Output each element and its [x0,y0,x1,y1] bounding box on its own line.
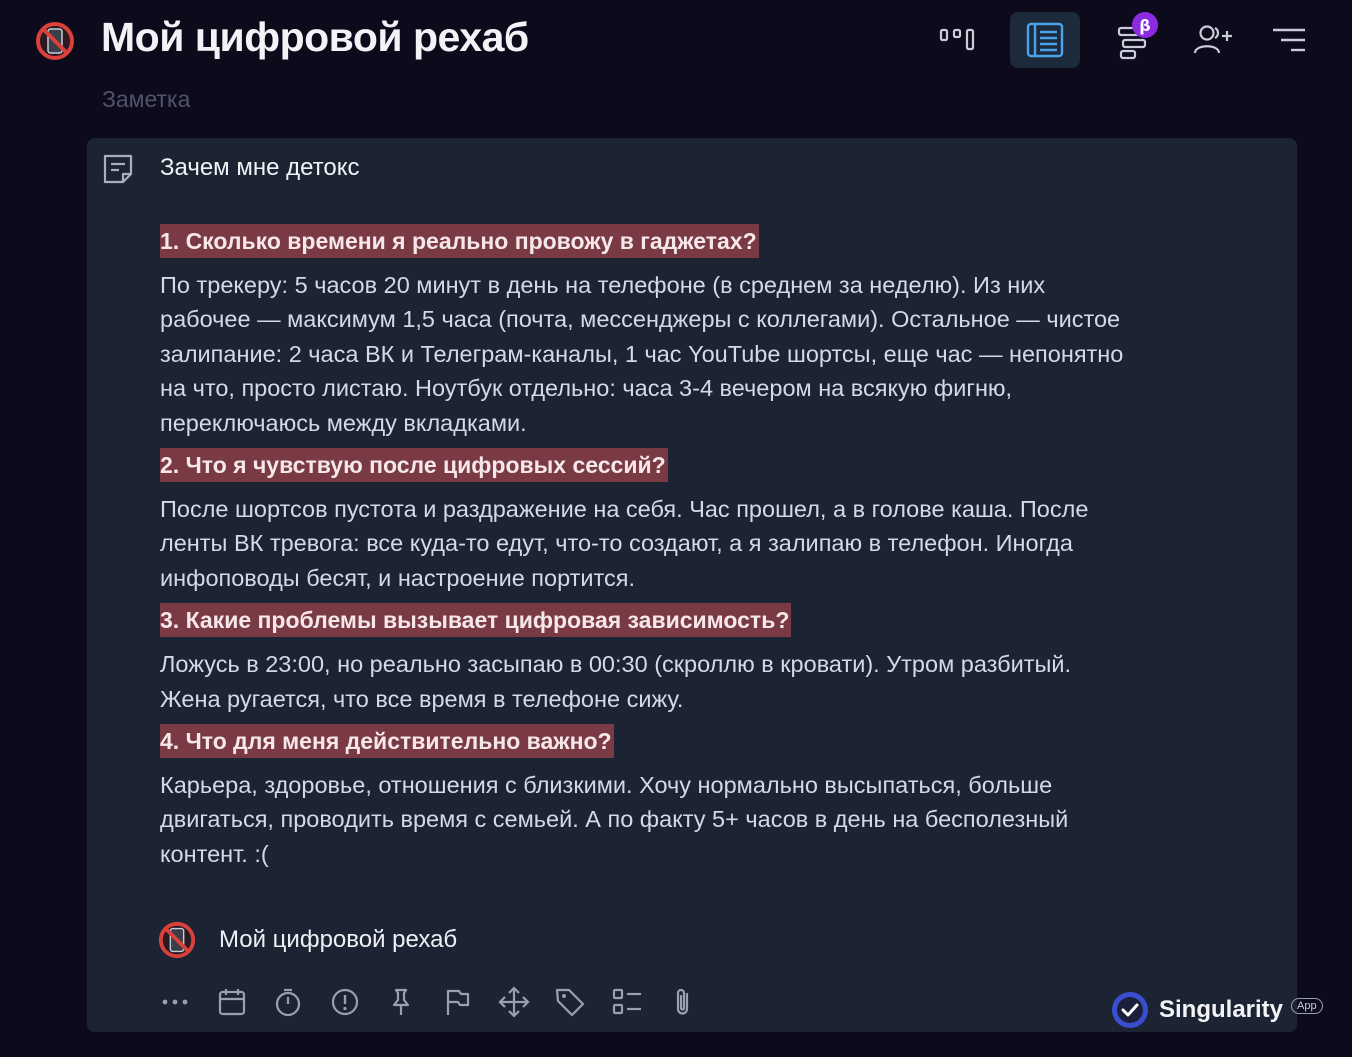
question-heading: 2. Что я чувствую после цифровых сессий? [160,448,668,483]
answer-paragraph: По трекеру: 5 часов 20 минут в день на т… [160,268,1220,440]
page-subtitle: Заметка [102,86,191,112]
answer-line: двигаться, проводить время с семьей. А п… [160,806,1069,833]
note-title[interactable]: Зачем мне детокс [160,154,360,182]
kanban-columns-icon [939,28,975,51]
answer-paragraph: После шортсов пустота и раздражение на с… [160,492,1220,595]
question-heading: 1. Сколько времени я реально провожу в г… [160,224,759,258]
beta-badge: β [1132,12,1158,38]
question-heading: 3. Какие проблемы вызывает цифровая зави… [160,603,792,638]
pin-icon [392,988,410,1015]
answer-line: переключаюсь между вкладками. [160,409,527,436]
answer-line: Карьера, здоровье, отношения с близкими.… [160,772,1053,799]
calendar-icon [218,989,246,1016]
singularity-logo-icon [1110,990,1150,1030]
note-card: Зачем мне детокс 1. Сколько времени я ре… [87,138,1297,1032]
note-icon [101,152,135,186]
list-view-button[interactable] [1010,12,1080,68]
header: Мой цифровой рехаб Заметка β [0,0,1352,130]
brand-name: Singularity [1159,996,1284,1023]
more-icon [162,999,188,1005]
question-heading: 4. Что для меня действительно важно? [160,724,614,759]
pin-button[interactable] [383,984,419,1020]
answer-paragraph: Ложусь в 23:00, но реально засыпаю в 00:… [160,647,1220,716]
add-member-button[interactable] [1178,12,1248,68]
flag-icon [446,989,470,1015]
page-title: Мой цифровой рехаб [101,14,529,60]
tag-button[interactable] [552,984,588,1020]
menu-button[interactable] [1254,12,1324,68]
brand-tag: App [1291,998,1323,1014]
answer-line: залипание: 2 часа ВК и Телеграм-каналы, … [160,340,1124,367]
answer-line: на что, просто листаю. Ноутбук отдельно:… [160,375,1013,402]
project-name: Мой цифровой рехаб [219,926,458,953]
move-icon [498,986,530,1018]
answer-line: Жена ругается, что все время в телефоне … [160,685,684,712]
priority-button[interactable] [327,984,363,1020]
answer-line: контент. :( [160,840,269,867]
menu-icon [1273,28,1305,52]
timer-button[interactable] [270,984,306,1020]
checklist-icon [612,988,641,1015]
move-button[interactable] [496,984,532,1020]
flag-button[interactable] [439,984,475,1020]
timer-icon [275,988,301,1017]
attachment-icon [676,988,689,1015]
answer-paragraph: Карьера, здоровье, отношения с близкими.… [160,768,1220,871]
answer-line: ленты ВК тревога: все куда-то едут, что-… [160,530,1073,557]
note-body[interactable]: 1. Сколько времени я реально провожу в г… [160,224,1220,879]
answer-line: инфоповоды бесят, и настроение портится. [160,564,636,591]
answer-line: По трекеру: 5 часов 20 минут в день на т… [160,272,1046,298]
attachment-button[interactable] [665,984,701,1020]
answer-line: Ложусь в 23:00, но реально засыпаю в 00:… [160,651,1072,678]
priority-icon [331,988,359,1016]
list-view-icon [1026,22,1064,58]
tag-icon [555,988,585,1017]
more-button[interactable] [157,984,193,1020]
answer-line: рабочее — максимум 1,5 часа (почта, месс… [160,306,1121,333]
no-phone-icon[interactable] [34,20,76,62]
gantt-view-button[interactable]: β [1098,12,1168,68]
no-phone-icon [157,920,197,960]
kanban-view-button[interactable] [922,12,992,68]
answer-line: После шортсов пустота и раздражение на с… [160,496,1089,523]
checklist-button[interactable] [609,984,645,1020]
add-user-icon [1193,25,1232,54]
date-button[interactable] [214,984,250,1020]
